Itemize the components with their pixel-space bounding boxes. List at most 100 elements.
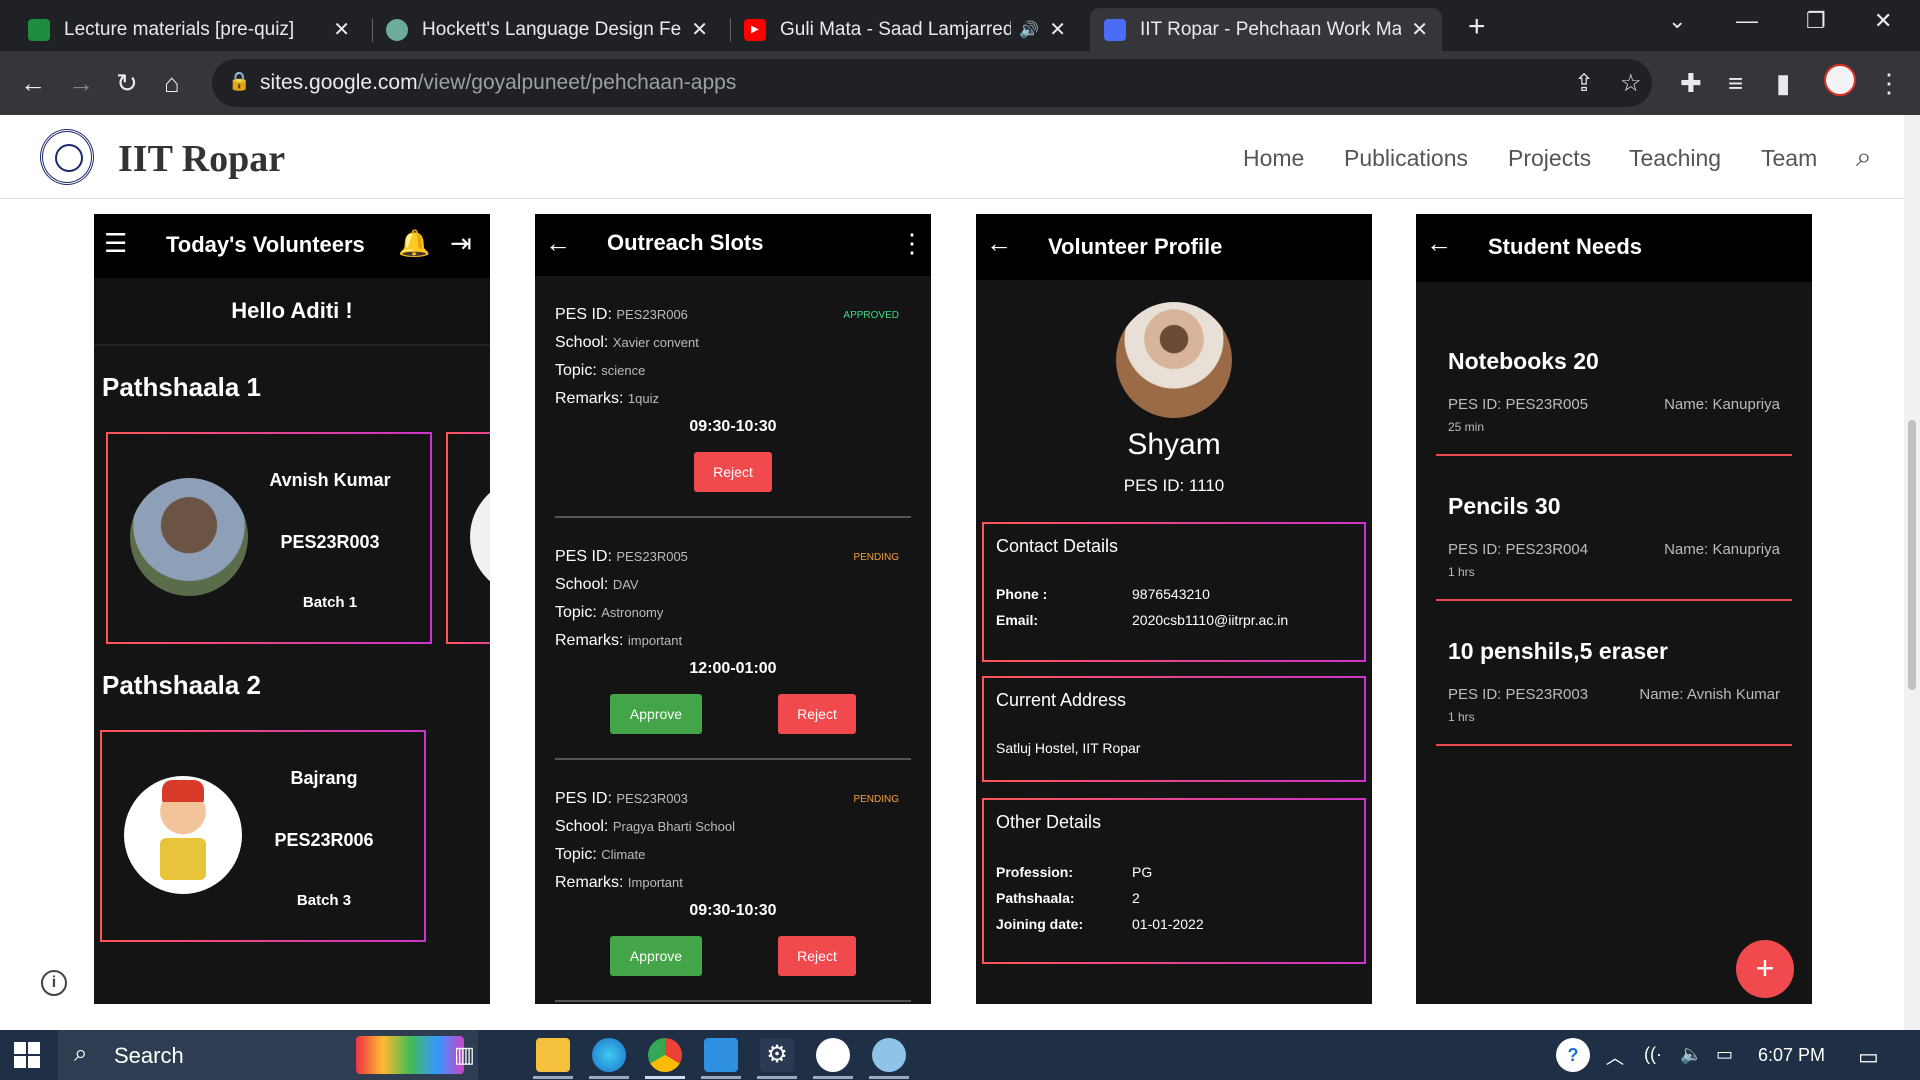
- volunteer-batch: Batch 1: [302, 594, 358, 611]
- close-tab-icon[interactable]: ✕: [691, 17, 708, 42]
- approve-button[interactable]: Approve: [610, 694, 702, 734]
- new-tab-button[interactable]: +: [1468, 10, 1486, 44]
- volume-icon[interactable]: 🔈: [1680, 1044, 1702, 1065]
- home-icon[interactable]: ⌂: [164, 65, 180, 101]
- url-text[interactable]: sites.google.com/view/goyalpuneet/pehcha…: [260, 71, 736, 95]
- profile-avatar[interactable]: [1824, 64, 1856, 96]
- tab-lecture-materials[interactable]: Lecture materials [pre-quiz] ✕: [14, 8, 364, 51]
- task-view-icon[interactable]: ▥: [454, 1042, 475, 1068]
- google-sites-icon: [1104, 18, 1126, 41]
- need-item[interactable]: Pencils 30 PES ID: PES23R004 Name: Kanup…: [1436, 493, 1792, 603]
- edge-icon[interactable]: [592, 1038, 626, 1072]
- profession-label: Profession:: [996, 864, 1074, 880]
- add-need-fab[interactable]: +: [1736, 940, 1794, 998]
- forward-arrow-icon[interactable]: →: [68, 65, 94, 101]
- taskbar-search[interactable]: ⌕ Search: [58, 1030, 478, 1080]
- menu-dots-icon[interactable]: ⋮: [1876, 65, 1902, 101]
- volunteer-card[interactable]: Bajrang PES23R006 Batch 3: [100, 730, 426, 942]
- volunteer-pes-id: PES23R003: [280, 532, 380, 552]
- side-panel-icon[interactable]: ▮: [1776, 65, 1790, 101]
- need-time: 1 hrs: [1448, 710, 1475, 724]
- extensions-icon[interactable]: ✚: [1680, 65, 1702, 101]
- vscode-icon[interactable]: [704, 1038, 738, 1072]
- slot-card: APPROVED PES ID: PES23R006 School: Xavie…: [555, 306, 911, 436]
- screen-student-needs: ← Student Needs Notebooks 20 PES ID: PES…: [1416, 214, 1812, 1004]
- search-highlight-icon: [356, 1036, 464, 1074]
- tab-iit-ropar[interactable]: IIT Ropar - Pehchaan Work Mana ✕: [1090, 8, 1442, 51]
- volunteer-name: Avnish Kumar: [269, 470, 391, 490]
- minimize-button[interactable]: —: [1736, 8, 1758, 34]
- close-tab-icon[interactable]: ✕: [1049, 17, 1066, 42]
- volunteer-card-partial[interactable]: [446, 432, 490, 644]
- profile-pes-id: PES ID: 1110: [1123, 476, 1225, 495]
- tab-youtube[interactable]: ▶ Guli Mata - Saad Lamjarred | 🔊 ✕: [730, 8, 1080, 51]
- volunteer-card[interactable]: Avnish Kumar PES23R003 Batch 1: [106, 432, 432, 644]
- close-tab-icon[interactable]: ✕: [333, 17, 350, 42]
- hamburger-menu-icon[interactable]: ☰: [104, 228, 127, 259]
- profession-value: PG: [1132, 864, 1153, 880]
- nav-publications[interactable]: Publications: [1344, 145, 1468, 172]
- need-item[interactable]: Notebooks 20 PES ID: PES23R005 Name: Kan…: [1436, 348, 1792, 458]
- slot-time: 09:30-10:30: [689, 418, 777, 435]
- reload-icon[interactable]: ↻: [116, 65, 138, 101]
- approve-button[interactable]: Approve: [610, 936, 702, 976]
- need-item[interactable]: 10 penshils,5 eraser PES ID: PES23R003 N…: [1436, 638, 1792, 748]
- reject-button[interactable]: Reject: [778, 694, 856, 734]
- profile-name: Shyam: [1127, 428, 1221, 461]
- need-time: 1 hrs: [1448, 565, 1475, 579]
- site-title[interactable]: IIT Ropar: [118, 137, 285, 181]
- windows-start-icon[interactable]: [14, 1042, 40, 1068]
- search-icon[interactable]: ⌕: [1856, 141, 1872, 174]
- nav-home[interactable]: Home: [1243, 145, 1304, 172]
- notifications-icon[interactable]: ▭: [1858, 1044, 1879, 1070]
- slot-school: Xavier convent: [612, 335, 699, 350]
- iit-ropar-logo[interactable]: [40, 129, 94, 185]
- logout-icon[interactable]: ⇥: [450, 228, 472, 259]
- chrome-icon[interactable]: [648, 1038, 682, 1072]
- settings-gear-icon[interactable]: ⚙: [760, 1038, 794, 1072]
- lock-icon[interactable]: 🔒: [228, 71, 250, 92]
- battery-icon[interactable]: ▭: [1716, 1044, 1733, 1065]
- back-arrow-icon[interactable]: ←: [1426, 228, 1452, 259]
- chevron-up-icon[interactable]: ︿: [1606, 1044, 1624, 1070]
- media-control-icon[interactable]: ≡: [1728, 65, 1743, 101]
- reject-button[interactable]: Reject: [694, 452, 772, 492]
- bell-icon[interactable]: 🔔: [398, 228, 430, 259]
- app-bar: ← Volunteer Profile: [976, 214, 1372, 280]
- speaker-icon[interactable]: 🔊: [1019, 20, 1039, 40]
- tab-search-chevron-icon[interactable]: ⌄: [1668, 8, 1686, 34]
- clock[interactable]: 6:07 PM: [1758, 1045, 1825, 1066]
- tab-title: Lecture materials [pre-quiz]: [64, 18, 295, 40]
- reject-button[interactable]: Reject: [778, 936, 856, 976]
- email-value: 2020csb1110@iitrpr.ac.in: [1132, 612, 1289, 628]
- info-icon[interactable]: i: [41, 970, 67, 996]
- back-arrow-icon[interactable]: ←: [20, 65, 46, 101]
- nav-projects[interactable]: Projects: [1508, 145, 1591, 172]
- screen-title: Volunteer Profile: [1048, 234, 1223, 259]
- help-icon[interactable]: ?: [1556, 1038, 1590, 1072]
- close-window-button[interactable]: ✕: [1874, 8, 1892, 34]
- scrollbar-thumb[interactable]: [1908, 420, 1916, 690]
- slot-card: PENDING PES ID: PES23R003 School: Pragya…: [555, 790, 911, 920]
- file-explorer-icon[interactable]: [536, 1038, 570, 1072]
- volunteer-batch: Batch 3: [296, 892, 352, 909]
- paint-icon[interactable]: [872, 1038, 906, 1072]
- browser-tab-strip: Lecture materials [pre-quiz] ✕ Hockett's…: [0, 0, 1920, 51]
- wifi-icon[interactable]: ((·: [1644, 1044, 1662, 1065]
- nav-team[interactable]: Team: [1761, 145, 1817, 172]
- back-arrow-icon[interactable]: ←: [986, 228, 1012, 259]
- address-bar[interactable]: 🔒 sites.google.com/view/goyalpuneet/pehc…: [212, 59, 1652, 107]
- bookmark-star-icon[interactable]: ☆: [1620, 69, 1642, 98]
- divider: [1436, 454, 1792, 456]
- tab-title: Hockett's Language Design Featu: [422, 18, 682, 40]
- screen-title: Outreach Slots: [607, 230, 764, 255]
- tab-title: IIT Ropar - Pehchaan Work Mana: [1140, 18, 1402, 40]
- tab-hocketts[interactable]: Hockett's Language Design Featu ✕: [372, 8, 722, 51]
- more-vert-icon[interactable]: ⋮: [899, 228, 925, 259]
- back-arrow-icon[interactable]: ←: [545, 228, 571, 259]
- restore-button[interactable]: ❐: [1806, 8, 1826, 34]
- mongodb-compass-icon[interactable]: [816, 1038, 850, 1072]
- close-tab-icon[interactable]: ✕: [1411, 17, 1428, 42]
- share-icon[interactable]: ⇪: [1574, 69, 1594, 98]
- nav-teaching[interactable]: Teaching: [1629, 145, 1721, 172]
